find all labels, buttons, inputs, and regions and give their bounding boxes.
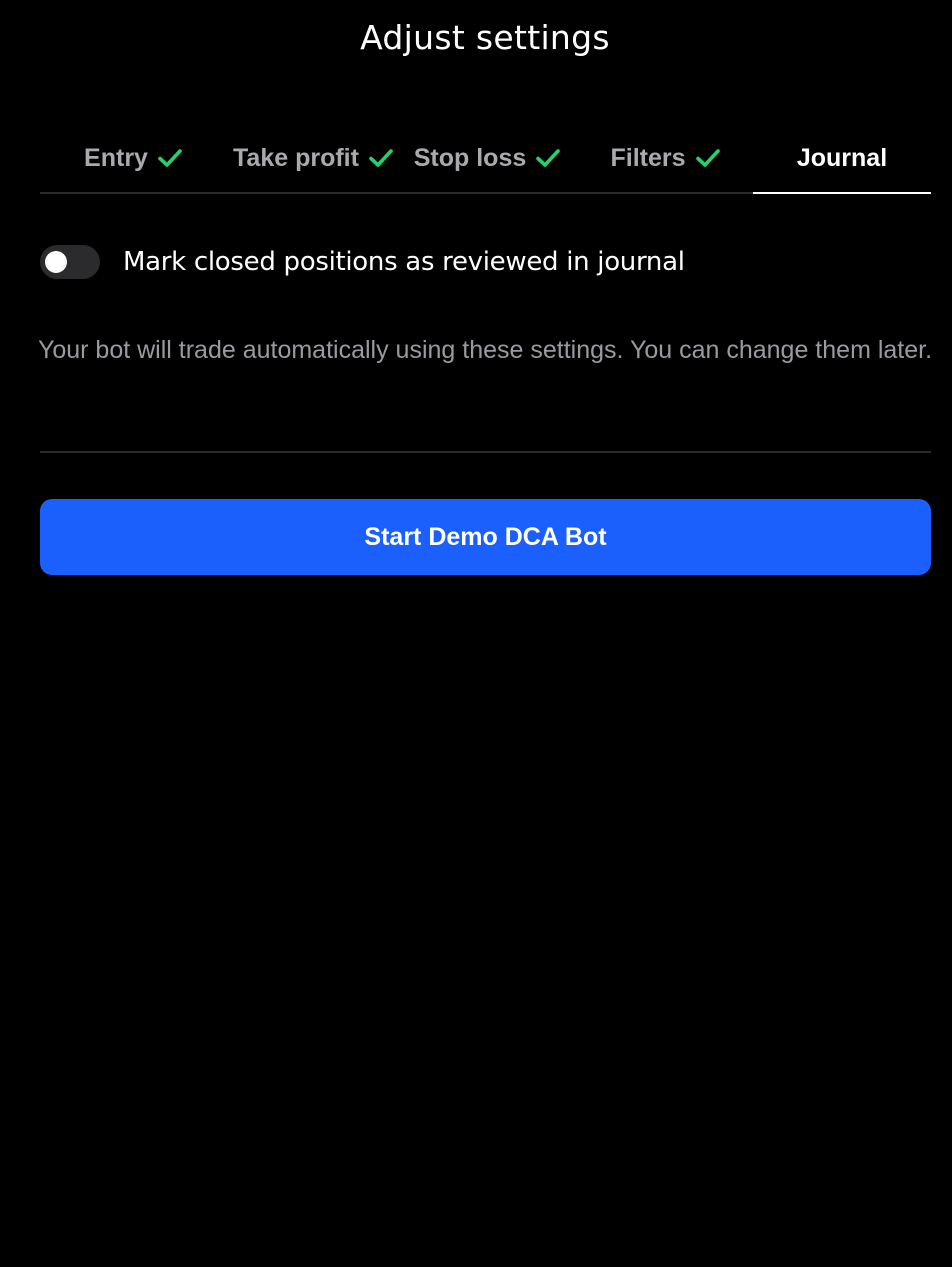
toggle-knob [45,251,67,273]
check-icon [695,149,720,167]
check-icon [369,149,393,167]
divider [40,451,931,453]
tab-label: Filters [610,143,686,172]
tab-stop-loss[interactable]: Stop loss [412,124,562,192]
start-demo-bot-button[interactable]: Start Demo DCA Bot [40,499,931,575]
tab-label: Entry [84,143,148,172]
tab-label: Take profit [233,143,359,172]
settings-tabs: Entry Take profit Stop loss Filters Jour… [40,124,931,194]
check-icon [536,149,561,167]
tab-filters[interactable]: Filters [606,124,724,192]
tab-entry[interactable]: Entry [78,124,188,192]
tab-label: Journal [796,143,888,172]
mark-reviewed-toggle[interactable] [40,245,100,279]
tab-take-profit[interactable]: Take profit [228,124,398,192]
tab-journal[interactable]: Journal [753,124,931,194]
page-title: Adjust settings [360,18,610,57]
tab-label: Stop loss [413,143,527,172]
journal-review-setting: Mark closed positions as reviewed in jou… [40,244,685,280]
check-icon [158,149,182,167]
mark-reviewed-label: Mark closed positions as reviewed in jou… [123,247,685,277]
info-text: Your bot will trade automatically using … [37,336,933,364]
